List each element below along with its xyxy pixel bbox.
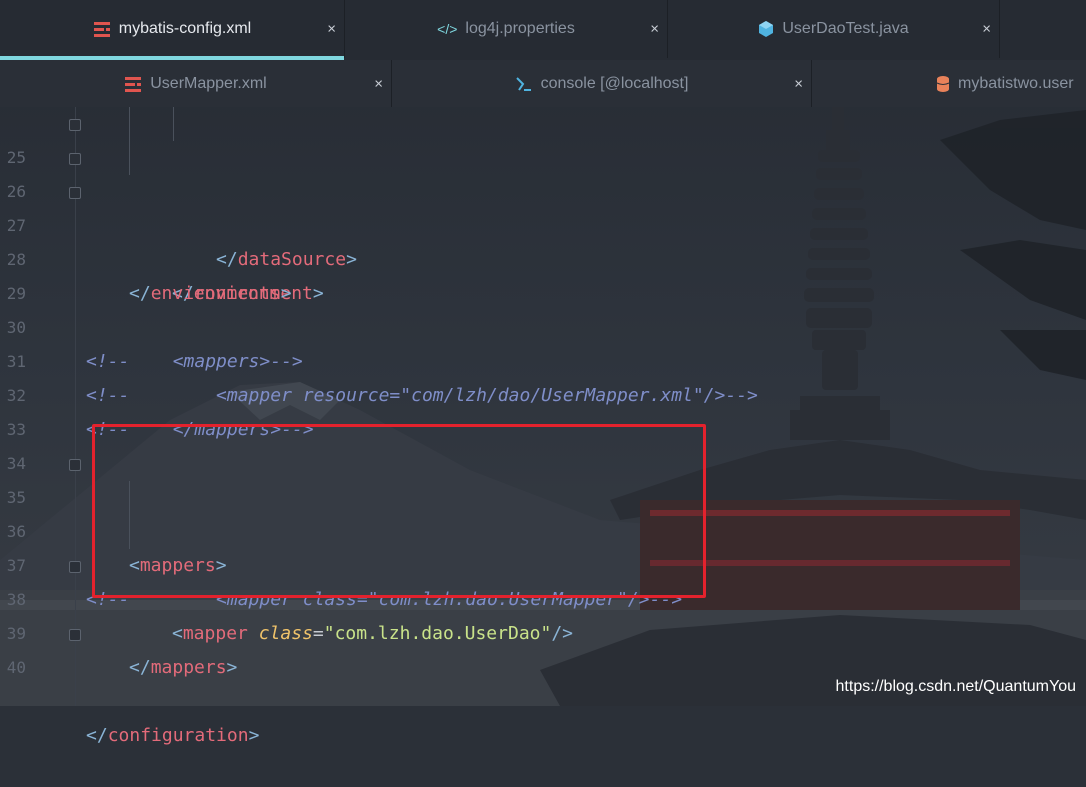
tab-label: log4j.properties	[465, 20, 575, 37]
code-editor[interactable]: 25 </dataSource> 26 </environment> 27 </…	[0, 107, 1086, 746]
tab-label: UserDaoTest.java	[782, 20, 909, 37]
tab-log4j-properties[interactable]: </> log4j.properties ×	[345, 0, 668, 58]
line-number: 40	[6, 658, 26, 677]
tab-label: mybatis-config.xml	[118, 20, 252, 37]
code-line: 30 <!-- <mappers>-->	[0, 277, 1086, 372]
fold-marker-icon[interactable]	[69, 459, 81, 471]
code-line: 31 <!-- <mapper resource="com/lzh/dao/Us…	[0, 311, 1086, 406]
java-class-icon	[758, 20, 774, 38]
tab-label: mybatistwo.user	[958, 74, 1074, 92]
fold-marker-icon[interactable]	[69, 187, 81, 199]
tab-label: UserMapper.xml	[150, 74, 267, 92]
tab-label: console [@localhost]	[540, 74, 689, 92]
annotation-highlight-box	[92, 424, 706, 598]
tab-usermapper-xml[interactable]: UserMapper.xml ×	[0, 60, 392, 107]
tab-overflow[interactable]	[1000, 0, 1086, 58]
tab-userdaotest-java[interactable]: UserDaoTest.java ×	[668, 0, 1000, 58]
tab-mybatis-config[interactable]: mybatis-config.xml ×	[0, 0, 345, 60]
tab-mybatistwo-user[interactable]: mybatistwo.user	[812, 60, 1086, 107]
close-icon[interactable]: ×	[982, 21, 991, 38]
code-line: 29	[0, 243, 1086, 303]
fold-marker-icon[interactable]	[69, 629, 81, 641]
fold-marker-icon[interactable]	[69, 119, 81, 131]
code-line: 25 </dataSource>	[0, 107, 1086, 270]
close-icon[interactable]: ×	[794, 75, 803, 92]
code-line: 32 <!-- </mappers>-->	[0, 345, 1086, 440]
tab-console-localhost[interactable]: console [@localhost] ×	[392, 60, 812, 107]
sql-console-icon	[515, 75, 533, 93]
database-table-icon	[936, 75, 950, 93]
editor-tab-bar-secondary: UserMapper.xml × console [@localhost] × …	[0, 60, 1086, 107]
fold-marker-icon[interactable]	[69, 153, 81, 165]
code-line: 27 </environments>	[0, 175, 1086, 304]
fold-marker-icon[interactable]	[69, 561, 81, 573]
close-icon[interactable]: ×	[650, 21, 659, 38]
editor-tab-bar-primary: mybatis-config.xml × </> log4j.propertie…	[0, 0, 1086, 60]
watermark-url: https://blog.csdn.net/QuantumYou	[835, 678, 1076, 695]
code-brackets-icon: </>	[437, 21, 458, 37]
code-line: 26 </environment>	[0, 141, 1086, 304]
code-line: 33	[0, 379, 1086, 439]
close-icon[interactable]: ×	[327, 21, 336, 38]
code-line: 28	[0, 209, 1086, 269]
xml-config-icon	[93, 20, 111, 38]
xml-config-icon	[124, 75, 142, 93]
close-icon[interactable]: ×	[374, 75, 383, 92]
code-line: 40 </configuration>	[0, 617, 1086, 746]
